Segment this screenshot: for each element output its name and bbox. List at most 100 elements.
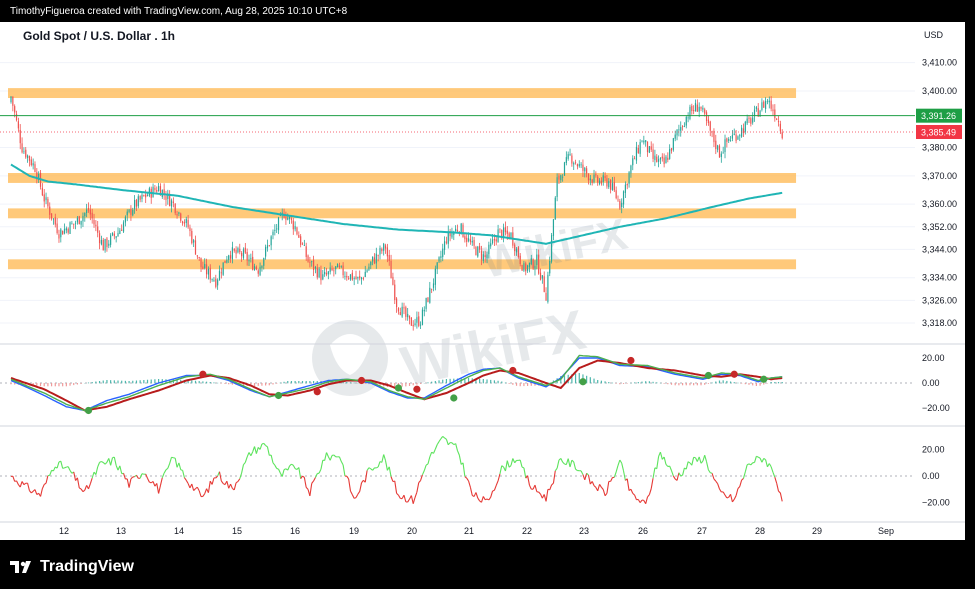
candle-body (152, 186, 154, 198)
oscillator-segment (324, 452, 328, 461)
candle-body (366, 270, 368, 272)
oscillator-segment (52, 466, 56, 472)
candle-body (462, 224, 464, 238)
oscillator-segment (713, 478, 717, 482)
oscillator-segment (27, 483, 30, 491)
time-tick-label: 20 (407, 526, 417, 536)
oscillator-segment (152, 481, 156, 487)
oscillator-segment (416, 482, 420, 493)
momentum-histogram-bar (228, 383, 230, 385)
candle-body (525, 263, 527, 272)
candle-body (21, 143, 23, 153)
oscillator-segment (355, 493, 359, 498)
candle-body (335, 266, 337, 270)
momentum-histogram-bar (641, 381, 643, 384)
candle-body (464, 236, 466, 240)
momentum-histogram-bar (408, 383, 411, 386)
candle-body (722, 152, 724, 154)
momentum-histogram-bar (191, 380, 193, 384)
oscillator-segment (477, 497, 481, 502)
candle-body (132, 209, 134, 216)
candle-body (390, 260, 392, 279)
candle-body (549, 260, 551, 274)
candle-body (91, 212, 93, 219)
candle-body (643, 140, 645, 143)
momentum-histogram-bar (630, 382, 632, 384)
oscillator-segment (490, 490, 494, 498)
momentum-histogram-bar (283, 381, 285, 384)
sell-signal-dot (357, 376, 366, 385)
candle-body (348, 278, 350, 280)
oscillator-segment (340, 461, 344, 466)
oscillator-segment (119, 465, 123, 474)
oscillator-segment (514, 460, 517, 464)
oscillator-segment (338, 456, 342, 462)
oscillator-segment (302, 475, 305, 478)
oscillator-segment (313, 477, 316, 482)
oscillator-segment (43, 482, 47, 485)
oscillator-segment (573, 461, 577, 470)
oscillator-segment (377, 461, 381, 468)
oscillator-segment (357, 491, 361, 495)
candle-body (360, 277, 363, 280)
credit-text: TimothyFigueroa created with TradingView… (10, 6, 348, 17)
candle-body (694, 103, 697, 112)
momentum-histogram-bar (76, 383, 79, 385)
candle-body (405, 307, 407, 317)
chart-svg[interactable]: WikiFX WikiFX 3,391.263,385.49 3,410.003… (0, 22, 965, 540)
candle-body (224, 260, 226, 263)
candle-body (552, 219, 555, 236)
oscillator-segment (141, 473, 144, 475)
momentum-histogram-bar (622, 383, 625, 384)
candle-body (565, 157, 567, 163)
oscillator-segment (41, 484, 45, 489)
oscillator-segment (778, 490, 781, 494)
candle-body (97, 226, 99, 233)
momentum-histogram-bar (619, 383, 621, 385)
candle-body (515, 248, 518, 253)
oscillator-segment (278, 468, 281, 474)
momentum-histogram-bar (777, 382, 780, 384)
candle-body (645, 140, 647, 143)
candle-body (327, 271, 329, 275)
candle-body (628, 172, 630, 184)
oscillator-segment (167, 463, 171, 469)
oscillator-segment (237, 478, 241, 482)
price-levels: 3,391.26 3,385.49 (0, 108, 962, 140)
momentum-histogram-bar (726, 380, 728, 384)
candle-body (728, 138, 730, 141)
momentum-histogram-bar (419, 383, 422, 384)
chart-area[interactable]: WikiFX WikiFX 3,391.26 3,385.49 3,410.00 3… (0, 22, 965, 540)
oscillator-segment (62, 467, 65, 469)
candle-body (67, 228, 69, 233)
time-tick-label: 16 (290, 526, 300, 536)
candle-body (748, 117, 750, 119)
candle-body (87, 207, 90, 211)
oscillator-segment (241, 464, 245, 474)
oscillator-segment (274, 464, 278, 469)
candle-body (19, 129, 21, 144)
candle-body (543, 276, 545, 292)
time-axis[interactable]: 12 13 14 15 16 19 20 21 22 23 26 27 28 29 Sep (59, 526, 894, 536)
oscillator-segment (717, 483, 720, 490)
oscillator-segment (95, 466, 99, 475)
candle-body (274, 229, 276, 231)
candle-body (349, 274, 352, 280)
candle-body (14, 106, 16, 113)
buy-signal-dot (274, 391, 283, 400)
oscillator-segment (626, 478, 630, 491)
oscillator-segment (291, 463, 294, 466)
momentum-histogram-bar (405, 383, 407, 387)
candle-body (204, 264, 206, 269)
candle-body (28, 155, 31, 161)
oscillator-segment (497, 473, 501, 481)
oscillator-segment (648, 488, 652, 495)
candle-body (766, 100, 769, 102)
buy-signal-dot (704, 371, 713, 380)
oscillator-segment (128, 478, 132, 488)
momentum-histogram-bar (652, 381, 654, 384)
oscillator-segment (320, 460, 324, 470)
candle-body (781, 132, 783, 139)
price-axis[interactable]: 3,410.00 3,400.00 3,380.00 3,370.00 3,360.00… (922, 58, 957, 328)
momentum-histogram-bar (442, 379, 444, 384)
